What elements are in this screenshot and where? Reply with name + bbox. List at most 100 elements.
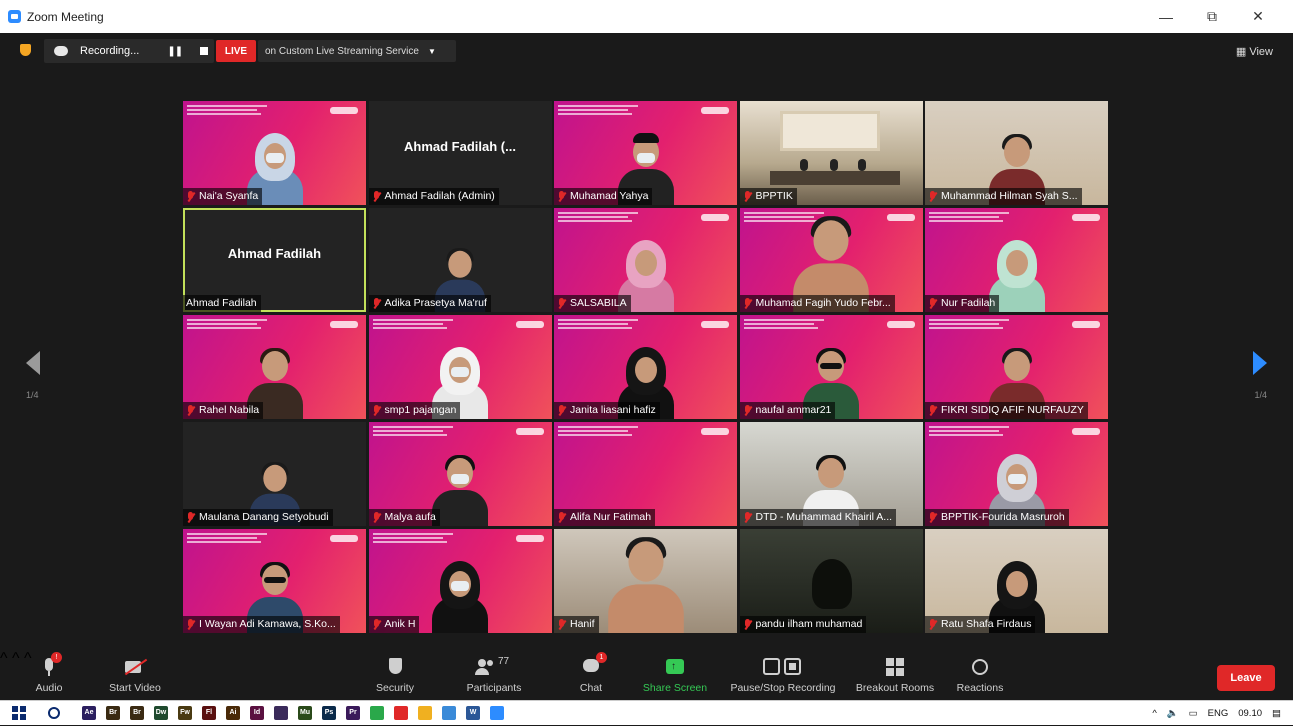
taskbar-app-icon[interactable]: Pr <box>346 706 360 720</box>
stop-recording-icon[interactable] <box>200 47 209 55</box>
participant-tile[interactable]: Nai'a Syanfa <box>183 101 366 205</box>
participant-tile[interactable]: BPPTIK <box>739 101 923 205</box>
participant-tile[interactable]: SALSABILA <box>554 208 737 312</box>
participant-tile[interactable]: I Wayan Adi Kamawa, S.Ko... <box>183 529 366 633</box>
notifications-icon[interactable]: ▤ <box>1272 708 1281 719</box>
participant-display-name: Ahmad Fadilah <box>227 246 322 261</box>
windows-start-icon[interactable] <box>12 706 26 720</box>
participant-name: Muhamad Yahya <box>570 190 649 202</box>
participant-tile[interactable]: Muhamad Fagih Yudo Febr... <box>739 208 923 312</box>
restore-button[interactable]: ⧉ <box>1189 8 1235 25</box>
participant-name: Hanif <box>570 618 595 630</box>
view-button[interactable]: ▦ View <box>1236 45 1273 58</box>
start-video-button[interactable]: Start Video <box>104 656 166 694</box>
clock[interactable]: 09.10 <box>1238 708 1262 719</box>
leave-button[interactable]: Leave <box>1217 665 1275 691</box>
virtual-background-text <box>187 105 267 117</box>
participant-name: Ratu Shafa Firdaus <box>941 618 1032 630</box>
participant-tile[interactable]: Adika Prasetya Ma'ruf <box>368 208 552 312</box>
muted-microphone-icon <box>557 191 566 202</box>
audio-options-caret[interactable]: ^ <box>0 650 8 667</box>
muted-microphone-icon <box>372 619 381 630</box>
participants-button[interactable]: 77 Participants <box>462 656 526 694</box>
meeting-area: Recording... ❚❚ LIVE on Custom Live Stre… <box>0 33 1293 650</box>
participant-tile[interactable]: Nur Fadilah <box>925 208 1108 312</box>
participants-options-caret[interactable]: ^ <box>12 650 20 667</box>
taskbar-app-icon[interactable]: Ae <box>82 706 96 720</box>
participant-name-tag: Malya aufa <box>368 509 440 526</box>
background-logo <box>330 107 358 114</box>
close-button[interactable]: ✕ <box>1235 8 1281 25</box>
taskbar-app-icon[interactable]: Ps <box>322 706 336 720</box>
share-screen-button[interactable]: ↑ Share Screen <box>640 656 710 694</box>
volume-icon[interactable]: 🔈 <box>1167 708 1179 719</box>
chat-button[interactable]: 1 Chat <box>574 652 608 694</box>
participant-tile[interactable]: pandu ilham muhamad <box>739 529 923 633</box>
pause-recording-icon[interactable]: ❚❚ <box>167 46 183 57</box>
taskbar-app-icon[interactable]: Br <box>130 706 144 720</box>
participant-name-tag: pandu ilham muhamad <box>739 616 867 633</box>
taskbar-app-icon[interactable]: Id <box>250 706 264 720</box>
pause-stop-recording-button[interactable]: Pause/Stop Recording <box>726 656 840 694</box>
background-logo <box>701 107 729 114</box>
taskbar-app-icon[interactable] <box>418 706 432 720</box>
participant-tile[interactable]: Ahmad Fadilah (... Ahmad Fadilah (Admin) <box>368 101 552 205</box>
live-stream-dropdown[interactable]: on Custom Live Streaming Service ▼ <box>258 40 456 62</box>
taskbar-app-icon[interactable]: Fl <box>202 706 216 720</box>
participant-tile[interactable]: Muhamad Yahya <box>554 101 737 205</box>
audio-button[interactable]: ! Audio <box>28 652 70 694</box>
participant-tile[interactable]: smp1 pajangan <box>368 315 552 419</box>
taskbar-app-icon[interactable] <box>274 706 288 720</box>
participant-tile[interactable]: Maulana Danang Setyobudi <box>183 422 366 526</box>
start-video-label: Start Video <box>109 682 161 694</box>
participant-tile[interactable]: Muhammad Hilman Syah S... <box>925 101 1108 205</box>
participant-tile[interactable]: Rahel Nabila <box>183 315 366 419</box>
tray-arrow-icon[interactable]: ^ <box>1152 708 1156 719</box>
breakout-rooms-button[interactable]: Breakout Rooms <box>852 656 938 694</box>
participant-tile[interactable]: naufal ammar21 <box>739 315 923 419</box>
participant-name-tag: BPPTIK-Fourida Masruroh <box>925 509 1069 526</box>
view-label: View <box>1249 46 1273 58</box>
taskbar-app-icon[interactable]: Dw <box>154 706 168 720</box>
muted-microphone-icon <box>557 512 566 523</box>
recording-label: Recording... <box>80 45 140 57</box>
participant-name-tag: Alifa Nur Fatimah <box>554 509 656 526</box>
participant-tile[interactable]: Ahmad Fadilah Ahmad Fadilah <box>183 208 366 312</box>
participant-tile[interactable]: Ratu Shafa Firdaus <box>925 529 1108 633</box>
security-button[interactable]: Security <box>372 656 418 694</box>
participant-tile[interactable]: Anik H <box>368 529 552 633</box>
security-shield-icon[interactable] <box>20 44 31 56</box>
muted-microphone-icon <box>928 191 937 202</box>
next-page-arrow[interactable] <box>1253 351 1267 375</box>
taskbar-app-icon[interactable] <box>394 706 408 720</box>
taskbar-app-icon[interactable]: Fw <box>178 706 192 720</box>
search-icon[interactable] <box>48 707 60 719</box>
participant-tile[interactable]: Alifa Nur Fatimah <box>554 422 737 526</box>
participant-name: DTD - Muhammad Khairil A... <box>755 511 893 523</box>
taskbar-app-icon[interactable]: Ai <box>226 706 240 720</box>
minimize-button[interactable]: — <box>1143 9 1189 25</box>
muted-microphone-icon <box>186 619 195 630</box>
taskbar-app-icon[interactable]: W <box>466 706 480 720</box>
muted-microphone-icon <box>186 191 195 202</box>
reactions-button[interactable]: Reactions <box>952 656 1008 694</box>
taskbar-app-icon[interactable] <box>442 706 456 720</box>
background-logo <box>515 428 544 435</box>
muted-microphone-icon <box>186 405 195 416</box>
participant-name-tag: Muhammad Hilman Syah S... <box>925 188 1082 205</box>
taskbar-app-icon[interactable] <box>490 706 504 720</box>
participant-tile[interactable]: BPPTIK-Fourida Masruroh <box>925 422 1108 526</box>
participant-tile[interactable]: DTD - Muhammad Khairil A... <box>739 422 923 526</box>
language-indicator[interactable]: ENG <box>1208 708 1229 719</box>
participant-tile[interactable]: Malya aufa <box>368 422 552 526</box>
live-badge: LIVE <box>216 40 256 62</box>
taskbar-app-icon[interactable]: Br <box>106 706 120 720</box>
participant-tile[interactable]: FIKRI SIDIQ AFIF NURFAUZY <box>925 315 1108 419</box>
network-icon[interactable]: ▭ <box>1189 708 1198 719</box>
participant-tile[interactable]: Hanif <box>554 529 737 633</box>
taskbar-app-icon[interactable] <box>370 706 384 720</box>
participant-tile[interactable]: Janita liasani hafiz <box>554 315 737 419</box>
taskbar-app-icon[interactable]: Mu <box>298 706 312 720</box>
previous-page-arrow[interactable] <box>26 351 40 375</box>
muted-microphone-icon <box>743 619 752 630</box>
